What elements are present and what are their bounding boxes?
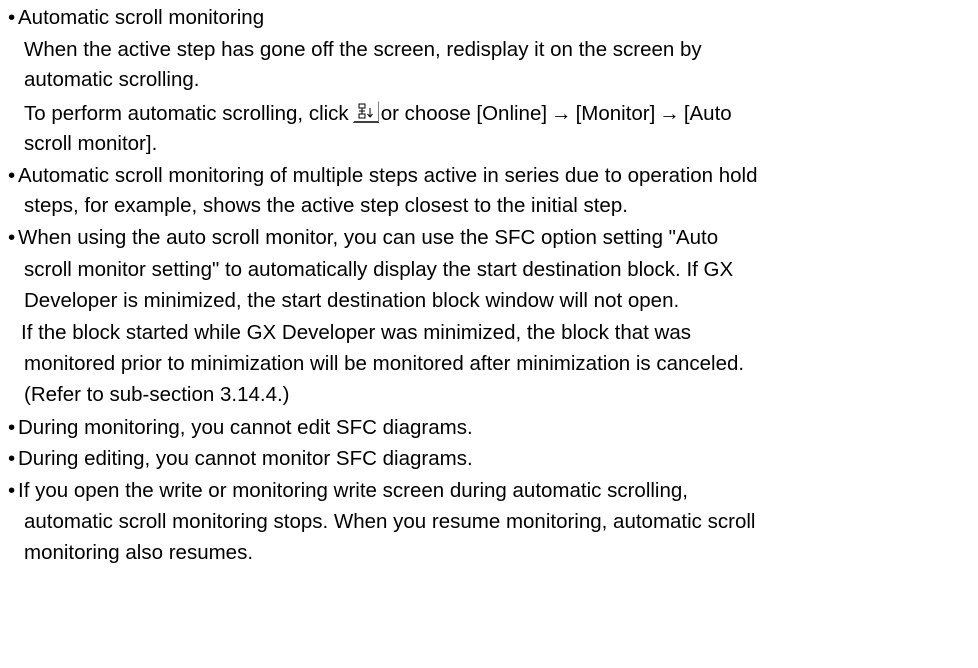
paragraph-line-with-icon: To perform automatic scrolling, click or… bbox=[24, 98, 732, 128]
menu-path-monitor: [Monitor] bbox=[575, 102, 656, 125]
arrow-glyph: → bbox=[659, 102, 680, 125]
document-page: • Automatic scroll monitoring When the a… bbox=[0, 0, 978, 668]
bullet-heading: Automatic scroll monitoring bbox=[18, 6, 265, 29]
paragraph-line: When using the auto scroll monitor, you … bbox=[18, 226, 719, 249]
arrow-glyph: → bbox=[551, 102, 572, 125]
paragraph-line: scroll monitor setting" to automatically… bbox=[24, 258, 734, 281]
paragraph-line: automatic scrolling. bbox=[24, 68, 200, 91]
paragraph-text: or choose [Online] bbox=[380, 102, 548, 125]
paragraph-line: During monitoring, you cannot edit SFC d… bbox=[18, 416, 473, 439]
paragraph-line: monitored prior to minimization will be … bbox=[24, 352, 745, 375]
paragraph-line: automatic scroll monitoring stops. When … bbox=[24, 510, 756, 533]
paragraph-line: scroll monitor]. bbox=[24, 132, 158, 155]
paragraph-text: To perform automatic scrolling, click bbox=[24, 102, 349, 125]
paragraph-line: Developer is minimized, the start destin… bbox=[24, 289, 680, 312]
paragraph-line: monitoring also resumes. bbox=[24, 541, 254, 564]
paragraph-line: If you open the write or monitoring writ… bbox=[18, 479, 688, 502]
paragraph-line: steps, for example, shows the active ste… bbox=[24, 194, 628, 217]
paragraph-line: During editing, you cannot monitor SFC d… bbox=[18, 447, 473, 470]
menu-path-auto: [Auto bbox=[683, 102, 732, 125]
paragraph-line: (Refer to sub-section 3.14.4.) bbox=[24, 383, 290, 406]
paragraph-line: If the block started while GX Developer … bbox=[21, 321, 691, 344]
auto-scroll-monitor-icon bbox=[352, 101, 379, 123]
paragraph-line: When the active step has gone off the sc… bbox=[24, 38, 702, 61]
paragraph-line: Automatic scroll monitoring of multiple … bbox=[18, 164, 758, 187]
